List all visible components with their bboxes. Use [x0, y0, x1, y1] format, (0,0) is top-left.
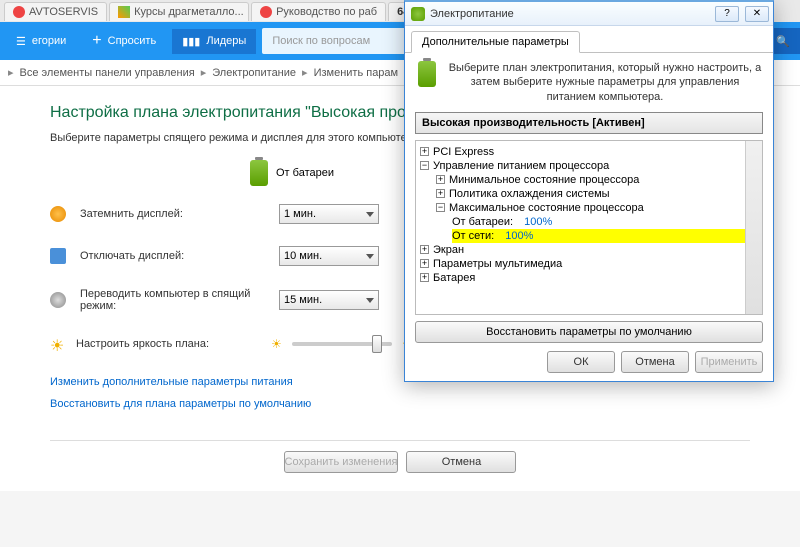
tree-item[interactable]: Политика охлаждения системы — [449, 188, 610, 200]
apply-button: Применить — [695, 351, 763, 373]
display-off-icon — [50, 248, 66, 264]
dialog-tab[interactable]: Дополнительные параметры — [411, 31, 580, 53]
expand-icon[interactable]: + — [436, 189, 445, 198]
sleep-icon — [50, 292, 66, 308]
breadcrumb-item[interactable]: Электропитание — [212, 67, 296, 79]
settings-tree[interactable]: +PCI Express −Управление питанием процес… — [415, 140, 763, 315]
chevron-right-icon: ▸ — [201, 66, 207, 79]
chevron-right-icon: ▸ — [302, 66, 308, 79]
dim-icon — [50, 206, 66, 222]
chevron-down-icon — [366, 298, 374, 303]
tree-item[interactable]: Параметры мультимедиа — [433, 258, 562, 270]
expand-icon[interactable]: + — [420, 245, 429, 254]
browser-tab[interactable]: Руководство по раб — [251, 2, 386, 21]
dialog-tab-strip: Дополнительные параметры — [405, 26, 773, 53]
browser-tab[interactable]: AVTOSERVIS — [4, 2, 107, 21]
tree-value-label[interactable]: От сети: — [452, 230, 494, 242]
setting-label: Переводить компьютер в спящий режим: — [80, 288, 265, 312]
chevron-down-icon — [366, 212, 374, 217]
leaders-button[interactable]: ▮▮▮Лидеры — [172, 29, 256, 54]
tab-label: Курсы драгметалло... — [134, 6, 244, 18]
tree-value[interactable]: 100% — [524, 216, 552, 228]
tab-label: Руководство по раб — [276, 6, 377, 18]
categories-button[interactable]: ☰егории — [6, 29, 76, 54]
display-off-dropdown[interactable]: 10 мин. — [279, 246, 379, 266]
ok-button[interactable]: ОК — [547, 351, 615, 373]
sun-small-icon: ☀ — [271, 337, 282, 351]
sleep-dropdown[interactable]: 15 мин. — [279, 290, 379, 310]
menu-icon: ☰ — [16, 35, 26, 48]
dialog-description: Выберите план электропитания, который ну… — [447, 61, 763, 104]
plus-icon: + — [92, 32, 101, 50]
dialog-button-row: ОК Отмена Применить — [415, 351, 763, 373]
tab-favicon — [260, 6, 272, 18]
tree-item[interactable]: Минимальное состояние процессора — [449, 174, 639, 186]
tree-value-label[interactable]: От батареи: — [452, 216, 513, 228]
plan-select-dropdown[interactable]: Высокая производительность [Активен] — [415, 112, 763, 134]
breadcrumb-item[interactable]: Все элементы панели управления — [20, 67, 195, 79]
dim-dropdown[interactable]: 1 мин. — [279, 204, 379, 224]
power-options-dialog: Электропитание ? ✕ Дополнительные параме… — [404, 0, 774, 382]
battery-icon — [250, 160, 268, 186]
expand-icon[interactable]: + — [420, 273, 429, 282]
restore-defaults-link[interactable]: Восстановить для плана параметры по умол… — [50, 398, 750, 410]
brightness-slider[interactable] — [292, 342, 392, 346]
tree-item[interactable]: PCI Express — [433, 146, 494, 158]
browser-tab[interactable]: Курсы драгметалло... — [109, 2, 249, 21]
battery-icon — [418, 61, 436, 87]
slider-thumb[interactable] — [372, 335, 382, 353]
power-icon — [411, 7, 425, 21]
expand-icon[interactable]: + — [420, 259, 429, 268]
expand-icon[interactable]: + — [436, 175, 445, 184]
save-button: Сохранить изменения — [284, 451, 399, 473]
chevron-right-icon: ▸ — [8, 66, 14, 79]
help-button[interactable]: ? — [715, 6, 739, 22]
bars-icon: ▮▮▮ — [182, 35, 200, 48]
tab-favicon — [13, 6, 25, 18]
cancel-button[interactable]: Отмена — [406, 451, 516, 473]
tree-item[interactable]: Управление питанием процессора — [433, 160, 609, 172]
close-button[interactable]: ✕ — [745, 6, 769, 22]
collapse-icon[interactable]: − — [420, 161, 429, 170]
expand-icon[interactable]: + — [420, 147, 429, 156]
setting-label: Отключать дисплей: — [80, 250, 265, 262]
dialog-title: Электропитание — [430, 8, 514, 20]
tab-label: AVTOSERVIS — [29, 6, 98, 18]
search-icon: 🔍 — [776, 35, 790, 48]
chevron-down-icon — [366, 254, 374, 259]
collapse-icon[interactable]: − — [436, 203, 445, 212]
ask-button[interactable]: +Спросить — [82, 26, 166, 56]
tree-item[interactable]: Батарея — [433, 272, 475, 284]
restore-defaults-button[interactable]: Восстановить параметры по умолчанию — [415, 321, 763, 343]
tree-item[interactable]: Экран — [433, 244, 464, 256]
setting-label: Настроить яркость плана: — [76, 338, 261, 350]
button-bar: Сохранить изменения Отмена — [50, 440, 750, 473]
breadcrumb-item[interactable]: Изменить парам — [314, 67, 399, 79]
cancel-button[interactable]: Отмена — [621, 351, 689, 373]
tree-value[interactable]: 100% — [505, 230, 533, 242]
dialog-title-bar[interactable]: Электропитание ? ✕ — [405, 2, 773, 26]
chart-icon — [118, 6, 130, 18]
tree-item[interactable]: Максимальное состояние процессора — [449, 202, 644, 214]
brightness-icon: ☀ — [50, 336, 66, 352]
setting-label: Затемнить дисплей: — [80, 208, 265, 220]
